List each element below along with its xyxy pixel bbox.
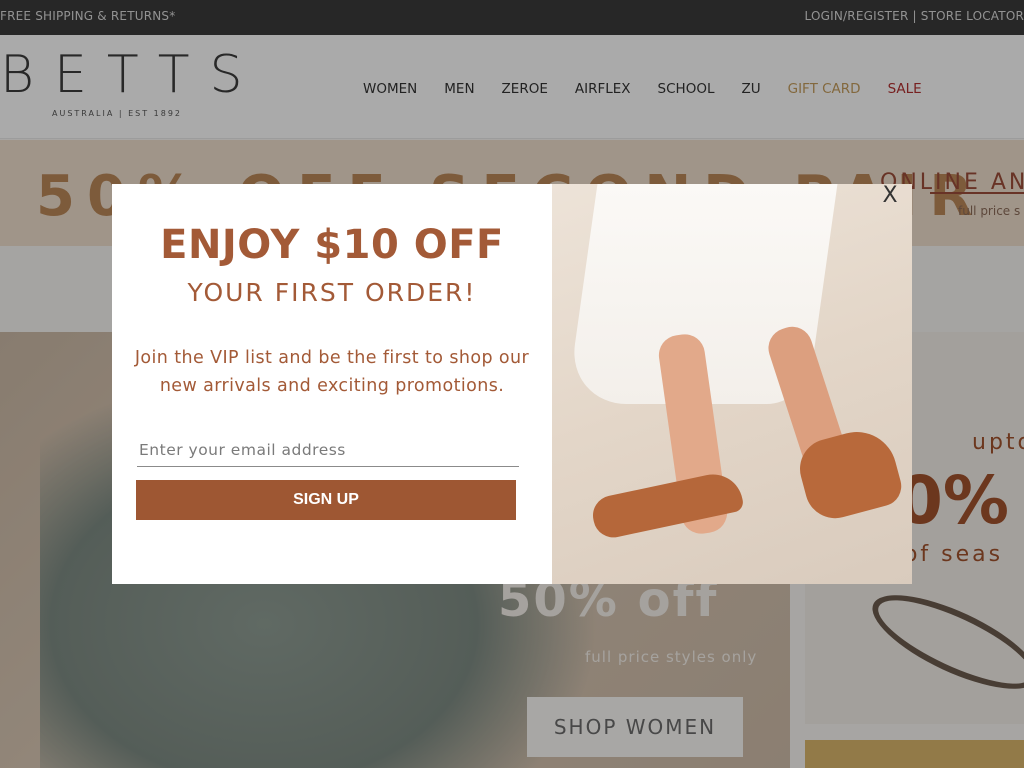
modal-sandal-photo bbox=[552, 184, 912, 584]
sign-up-button[interactable]: SIGN UP bbox=[136, 480, 516, 520]
woven-sandal-left bbox=[589, 468, 745, 542]
newsletter-modal: ENJOY $10 OFF YOUR FIRST ORDER! Join the… bbox=[112, 184, 912, 584]
modal-heading: ENJOY $10 OFF bbox=[160, 222, 504, 268]
modal-body-text: Join the VIP list and be the first to sh… bbox=[134, 348, 530, 396]
email-field[interactable] bbox=[137, 434, 519, 467]
close-icon[interactable]: X bbox=[878, 184, 902, 208]
signup-form: ENJOY $10 OFF YOUR FIRST ORDER! Join the… bbox=[112, 184, 552, 584]
modal-subheading: YOUR FIRST ORDER! bbox=[187, 278, 477, 307]
